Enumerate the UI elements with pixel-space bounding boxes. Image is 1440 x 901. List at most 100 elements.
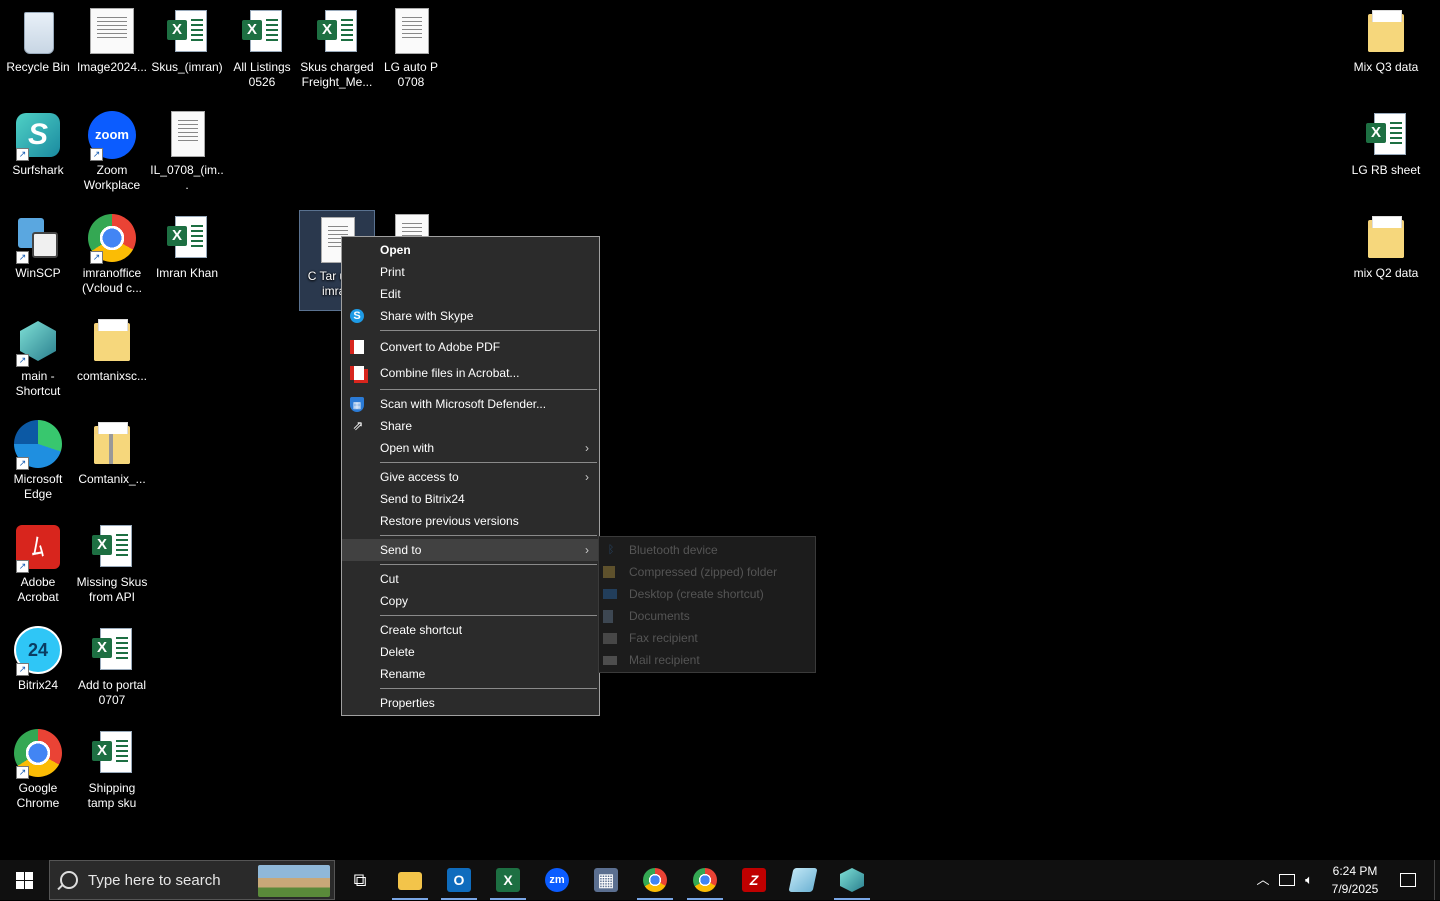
taskbar-zoom[interactable]: zm [533,860,581,900]
menu-item-print[interactable]: Print [342,261,599,283]
share-icon: ⇗ [352,418,364,433]
desktop-icon-missing-skus[interactable]: X Missing Skus from API [74,517,150,605]
send-to-submenu: ᛒ Bluetooth device Compressed (zipped) fo… [598,536,816,673]
desktop-icon-winscp[interactable]: ↗ WinSCP [0,208,76,281]
start-button[interactable] [0,860,48,900]
shortcut-arrow-icon: ↗ [16,148,29,161]
desktop-icon-skus-imran[interactable]: X Skus_(imran) [149,2,225,75]
menu-item-open[interactable]: Open [342,239,599,261]
desktop-icon-imran-khan[interactable]: X Imran Khan [149,208,225,281]
menu-item-copy[interactable]: Copy [342,590,599,612]
submenu-item-fax[interactable]: Fax recipient [599,627,815,649]
desktop-icon-google-chrome[interactable]: ↗ Google Chrome [0,723,76,811]
menu-item-label: Cut [380,572,399,586]
desktop-icon-zoom[interactable]: zoom ↗ Zoom Workplace [74,105,150,193]
icon-label: Comtanix_... [78,472,146,486]
image-document-icon [90,8,134,54]
icon-label: Microsoft Edge [13,472,63,501]
menu-item-send-to[interactable]: Send to › [342,539,599,561]
search-placeholder: Type here to search [88,872,221,889]
icon-label: Missing Skus from API [76,575,148,604]
network-tray-button[interactable] [1276,860,1298,900]
menu-item-share-skype[interactable]: S Share with Skype [342,305,599,327]
taskbar-notepad[interactable] [779,860,827,900]
menu-item-open-with[interactable]: Open with › [342,437,599,459]
desktop-icon-partial-doc[interactable] [373,208,449,238]
submenu-item-bluetooth[interactable]: ᛒ Bluetooth device [599,539,815,561]
menu-item-share[interactable]: ⇗ Share [342,415,599,437]
excel-icon: X [496,868,520,892]
submenu-item-compressed-folder[interactable]: Compressed (zipped) folder [599,561,815,583]
taskbar-excel[interactable]: X [484,860,532,900]
icon-label: Adobe Acrobat [17,575,59,604]
menu-item-edit[interactable]: Edit [342,283,599,305]
menu-item-give-access[interactable]: Give access to › [342,466,599,488]
search-icon [60,871,78,889]
desktop-icon-bitrix24[interactable]: 24 ↗ Bitrix24 [0,620,76,693]
menu-item-send-bitrix24[interactable]: Send to Bitrix24 [342,488,599,510]
desktop-icon-adobe-acrobat[interactable]: ﾑ ↗ Adobe Acrobat [0,517,76,605]
chevron-right-icon: › [585,470,589,484]
taskbar-calculator[interactable]: ▦ [582,860,630,900]
menu-item-cut[interactable]: Cut [342,568,599,590]
menu-item-label: Edit [380,287,401,301]
taskbar-chrome[interactable] [631,860,679,900]
excel-badge-icon: X [1366,123,1386,143]
menu-item-label: Rename [380,667,426,681]
taskbar-main-app[interactable] [828,860,876,900]
icon-label: Skus charged Freight_Me... [300,60,374,89]
menu-item-scan-defender[interactable]: ▦ Scan with Microsoft Defender... [342,393,599,415]
submenu-item-desktop[interactable]: Desktop (create shortcut) [599,583,815,605]
desktop-icon-recycle-bin[interactable]: Recycle Bin [0,2,76,75]
menu-item-restore-versions[interactable]: Restore previous versions [342,510,599,532]
icon-label: Skus_(imran) [151,60,223,74]
desktop-icon-all-listings[interactable]: X All Listings 0526 [224,2,300,90]
desktop[interactable]: Recycle Bin S ↗ Surfshark ↗ WinSCP ↗ main… [0,0,1440,860]
menu-item-label: Fax recipient [629,631,698,645]
shortcut-arrow-icon: ↗ [16,457,29,470]
volume-tray-button[interactable]: 🔈︎ [1298,860,1320,900]
menu-item-properties[interactable]: Properties [342,692,599,714]
desktop-icon-add-to-portal[interactable]: X Add to portal 0707 [74,620,150,708]
taskbar-outlook[interactable]: O [435,860,483,900]
task-view-icon: ⧉ [353,870,367,890]
menu-item-rename[interactable]: Rename [342,663,599,685]
desktop-icon-il-0708[interactable]: IL_0708_(im... [149,105,225,193]
icon-label: comtanixsc... [76,369,148,383]
task-view-button[interactable]: ⧉ [336,860,384,900]
desktop-icon-lg-rb-sheet[interactable]: X LG RB sheet [1348,105,1424,178]
menu-item-delete[interactable]: Delete [342,641,599,663]
desktop-icon-comtanixsc[interactable]: comtanixsc... [74,311,150,384]
icon-label: imranoffice (Vcloud c... [81,266,143,295]
desktop-icon-skus-charged[interactable]: X Skus charged Freight_Me... [299,2,375,90]
clock-date: 7/9/2025 [1331,882,1379,896]
taskbar-chrome-profile[interactable] [681,860,729,900]
desktop-icon-comtanix-zip[interactable]: Comtanix_... [74,414,150,487]
desktop-icon-shipping-tamp[interactable]: X Shipping tamp sku [74,723,150,811]
desktop-icon-edge[interactable]: ↗ Microsoft Edge [0,414,76,502]
show-desktop-button[interactable] [1434,860,1440,900]
desktop-icon-image2024[interactable]: Image2024... [74,2,150,75]
desktop-icon-lg-auto[interactable]: LG auto P 0708 [373,2,449,90]
text-file-icon [395,8,429,54]
clock[interactable]: 6:24 PM 7/9/2025 [1322,862,1388,898]
icon-label: IL_0708_(im... [150,163,224,192]
submenu-item-documents[interactable]: Documents [599,605,815,627]
desktop-icon-mix-q2[interactable]: mix Q2 data [1348,208,1424,281]
excel-badge-icon: X [317,20,337,40]
action-center-button[interactable] [1394,860,1422,900]
desktop-icon-main-shortcut[interactable]: ↗ main - Shortcut [0,311,76,399]
desktop-icon-surfshark[interactable]: S ↗ Surfshark [0,105,76,178]
menu-item-convert-pdf[interactable]: Convert to Adobe PDF [342,334,599,360]
show-hidden-icons-button[interactable]: ︿ [1252,860,1274,900]
menu-item-create-shortcut[interactable]: Create shortcut [342,619,599,641]
menu-item-combine-acrobat[interactable]: Combine files in Acrobat... [342,360,599,386]
menu-item-label: Copy [380,594,409,608]
submenu-item-mail[interactable]: Mail recipient [599,649,815,671]
desktop-icon-mix-q3[interactable]: Mix Q3 data [1348,2,1424,75]
taskbar-filezilla[interactable]: Z [730,860,778,900]
taskbar-file-explorer[interactable] [386,860,434,900]
desktop-icon-imranoffice[interactable]: ↗ imranoffice (Vcloud c... [74,208,150,296]
menu-separator [380,564,597,565]
search-box[interactable]: Type here to search [49,860,335,900]
